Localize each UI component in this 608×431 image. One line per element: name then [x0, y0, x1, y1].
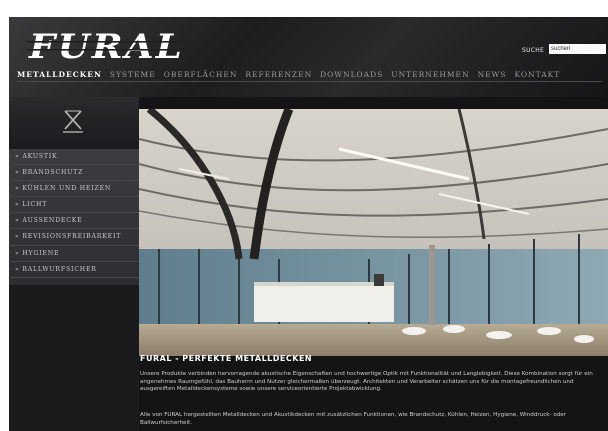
- sidebar-item-kuehlen-heizen[interactable]: » KÜHLEN UND HEIZEN: [9, 181, 139, 198]
- search-input[interactable]: [549, 44, 606, 54]
- sidebar-menu: » AKUSTIK » BRANDSCHUTZ » KÜHLEN UND HEI…: [9, 149, 139, 285]
- sidebar-item-revisionsfreibarkeit[interactable]: » REVISIONSFREIBARKEIT: [9, 229, 139, 246]
- main-nav: METALLDECKEN SYSTEME OBERFLÄCHEN REFEREN…: [17, 70, 560, 79]
- nav-divider: [17, 81, 602, 82]
- nav-item-news[interactable]: NEWS: [478, 70, 507, 79]
- hero-image: [139, 109, 608, 356]
- sidebar-item-aussendecke[interactable]: » AUSSENDECKE: [9, 213, 139, 230]
- sidebar-item-akustik[interactable]: » AKUSTIK: [9, 149, 139, 166]
- features-paragraph: Alle von FURAL hergestellten Metalldecke…: [140, 412, 567, 426]
- sidebar: » AKUSTIK » BRANDSCHUTZ » KÜHLEN UND HEI…: [9, 97, 139, 431]
- sidebar-item-ballwurfsicher[interactable]: » BALLWURFSICHER: [9, 262, 139, 278]
- metal-ceiling-emblem-icon: [63, 110, 83, 133]
- fural-logo[interactable]: FURAL: [27, 27, 187, 65]
- sidebar-item-brandschutz[interactable]: » BRANDSCHUTZ: [9, 165, 139, 182]
- nav-item-oberflaechen[interactable]: OBERFLÄCHEN: [164, 70, 238, 79]
- logo-text: FURAL: [28, 27, 184, 65]
- page: FURAL SUCHE METALLDECKEN SYSTEME OBERFLÄ…: [9, 17, 608, 431]
- search-label: SUCHE: [522, 47, 545, 54]
- nav-item-unternehmen[interactable]: UNTERNEHMEN: [391, 70, 469, 79]
- nav-item-kontakt[interactable]: KONTAKT: [514, 70, 560, 79]
- sidebar-item-licht[interactable]: » LICHT: [9, 197, 139, 214]
- nav-item-metalldecken[interactable]: METALLDECKEN: [17, 70, 102, 79]
- intro-paragraph: Unsere Produkte verbinden hervorragende …: [140, 371, 593, 393]
- nav-item-systeme[interactable]: SYSTEME: [110, 70, 156, 79]
- sidebar-item-hygiene[interactable]: » HYGIENE: [9, 246, 139, 262]
- nav-item-referenzen[interactable]: REFERENZEN: [245, 70, 312, 79]
- page-title: FURAL - PERFEKTE METALLDECKEN: [140, 354, 313, 363]
- nav-item-downloads[interactable]: DOWNLOADS: [320, 70, 383, 79]
- header: FURAL SUCHE METALLDECKEN SYSTEME OBERFLÄ…: [9, 17, 608, 97]
- emblem-box: [9, 97, 139, 147]
